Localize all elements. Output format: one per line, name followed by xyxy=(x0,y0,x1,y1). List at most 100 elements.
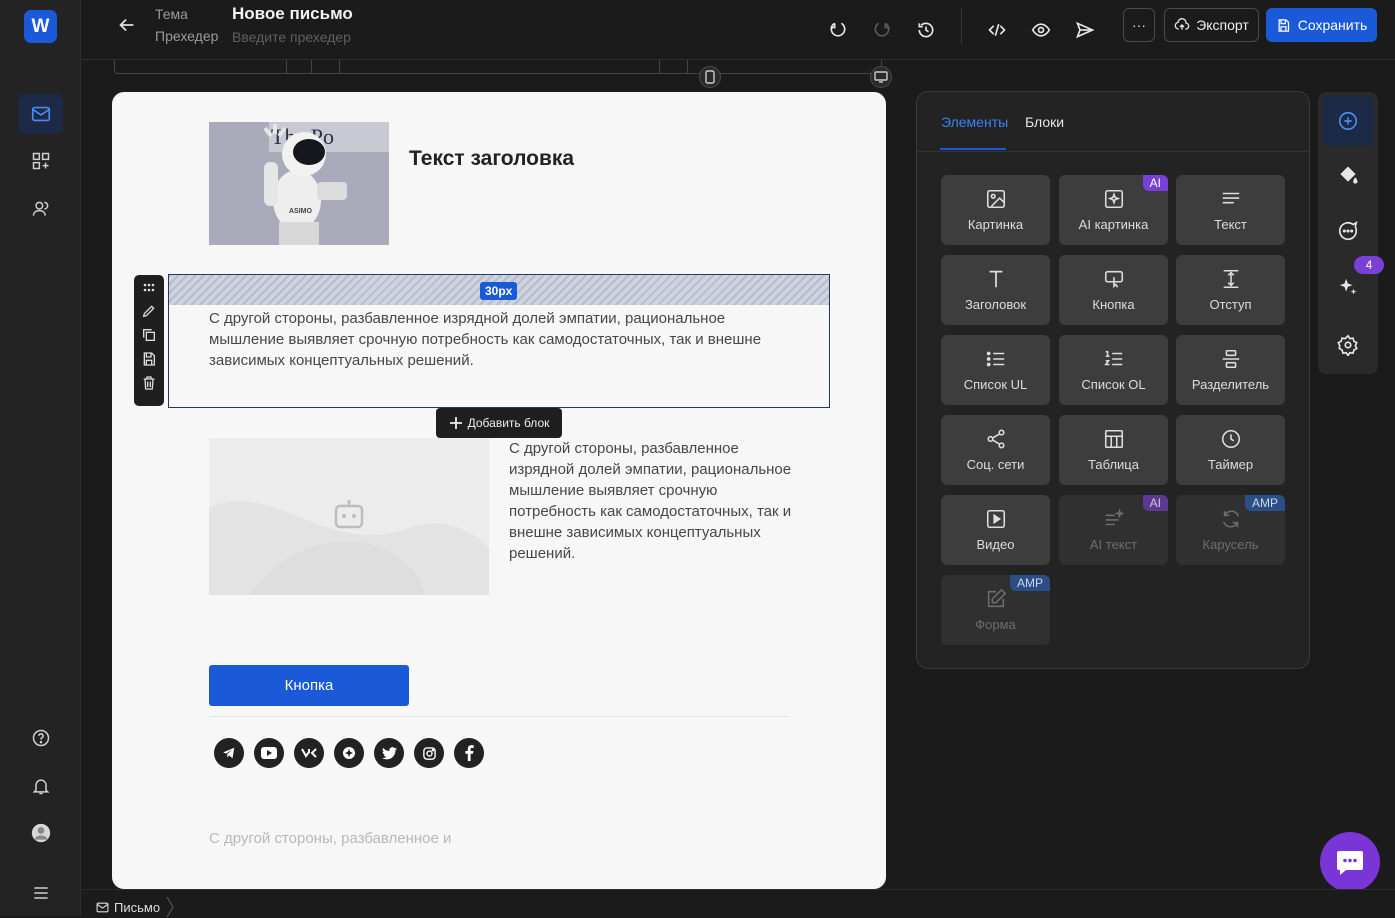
export-label: Экспорт xyxy=(1196,17,1249,33)
tile-video[interactable]: Видео xyxy=(941,495,1050,565)
support-chat-button[interactable] xyxy=(1320,832,1380,892)
help-icon xyxy=(32,729,49,747)
save-block-icon[interactable] xyxy=(141,351,157,367)
heading-text[interactable]: Текст заголовка xyxy=(409,147,574,171)
ai-badge: AI xyxy=(1142,175,1168,191)
export-button[interactable]: Экспорт xyxy=(1164,8,1259,42)
tile-carousel[interactable]: AMP Карусель xyxy=(1176,495,1285,565)
tile-label: Список UL xyxy=(963,377,1028,392)
rail-notifications-button[interactable] xyxy=(18,766,63,806)
tile-label: Карусель xyxy=(1202,537,1259,552)
edit-icon[interactable] xyxy=(141,303,157,319)
instagram-icon[interactable] xyxy=(414,738,444,768)
email-button[interactable]: Кнопка xyxy=(209,665,409,706)
breadcrumb[interactable]: Письмо xyxy=(96,896,175,918)
undo-button[interactable] xyxy=(820,12,856,48)
tile-label: Таблица xyxy=(1088,457,1139,472)
save-label: Сохранить xyxy=(1297,17,1368,33)
bottom-bar: Письмо xyxy=(82,889,1395,918)
settings-button[interactable] xyxy=(1322,320,1374,370)
table-icon xyxy=(1104,429,1123,449)
tile-list-ol[interactable]: Список OL xyxy=(1059,335,1168,405)
paragraph-text-2[interactable]: С другой стороны, разбавленное изрядной … xyxy=(509,438,804,564)
timer-icon xyxy=(1221,429,1240,449)
image-placeholder[interactable] xyxy=(209,438,489,595)
plus-circle-icon xyxy=(1338,111,1358,131)
spacer-hatch[interactable]: 30px xyxy=(169,275,829,305)
paragraph-text[interactable]: С другой стороны, разбавленное изрядной … xyxy=(209,308,779,371)
telegram-icon[interactable] xyxy=(214,738,244,768)
tab-blocks[interactable]: Блоки xyxy=(1025,114,1064,130)
trash-icon[interactable] xyxy=(141,375,157,391)
elements-panel: Элементы Блоки Картинка AI AI картинка Т… xyxy=(916,91,1310,669)
styles-button[interactable] xyxy=(1322,150,1374,200)
twitter-icon[interactable] xyxy=(374,738,404,768)
tile-label: Разделитель xyxy=(1191,377,1270,392)
tile-ai-image[interactable]: AI AI картинка xyxy=(1059,175,1168,245)
rail-menu-button[interactable] xyxy=(18,873,63,913)
chevron-right-icon xyxy=(166,896,174,918)
email-title[interactable]: Новое письмо xyxy=(232,4,353,24)
tile-spacer[interactable]: Отступ xyxy=(1176,255,1285,325)
add-block-button[interactable]: Добавить блок xyxy=(436,408,562,438)
block-toolbar xyxy=(134,275,164,406)
send-button[interactable] xyxy=(1067,12,1103,48)
tile-ai-text[interactable]: AI AI текст xyxy=(1059,495,1168,565)
top-bar: Тема Прехедер Новое письмо Введите прехе… xyxy=(82,0,1395,60)
vk-icon[interactable] xyxy=(294,738,324,768)
rail-mail-button[interactable] xyxy=(18,94,63,134)
comments-button[interactable] xyxy=(1322,206,1374,256)
history-button[interactable] xyxy=(908,12,944,48)
preheader-input[interactable]: Введите прехедер xyxy=(232,29,351,45)
mail-small-icon xyxy=(96,902,109,912)
panel-divider xyxy=(917,151,1309,152)
avatar xyxy=(31,823,50,843)
image-placeholder-art xyxy=(209,438,489,595)
tile-table[interactable]: Таблица xyxy=(1059,415,1168,485)
code-icon xyxy=(988,23,1006,37)
left-rail: W xyxy=(0,0,81,916)
tab-elements[interactable]: Элементы xyxy=(941,114,1008,130)
robot-image[interactable]: The Po ASIMO xyxy=(209,122,389,245)
tile-divider[interactable]: Разделитель xyxy=(1176,335,1285,405)
tile-form[interactable]: AMP Форма xyxy=(941,575,1050,645)
tile-text[interactable]: Текст xyxy=(1176,175,1285,245)
rail-templates-button[interactable] xyxy=(18,141,63,181)
selected-text-block[interactable]: 30px С другой стороны, разбавленное изря… xyxy=(168,274,830,408)
footer-text[interactable]: С другой стороны, разбавленное и xyxy=(209,830,451,847)
youtube-icon[interactable] xyxy=(254,738,284,768)
tile-button[interactable]: Кнопка xyxy=(1059,255,1168,325)
share-icon xyxy=(986,429,1005,449)
tile-image[interactable]: Картинка xyxy=(941,175,1050,245)
tile-heading[interactable]: Заголовок xyxy=(941,255,1050,325)
preview-button[interactable] xyxy=(1023,12,1059,48)
tile-list-ul[interactable]: Список UL xyxy=(941,335,1050,405)
desktop-view-button[interactable] xyxy=(870,66,892,88)
tile-label: Отступ xyxy=(1209,297,1252,312)
redo-button[interactable] xyxy=(864,12,900,48)
history-icon xyxy=(918,22,934,38)
facebook-icon[interactable] xyxy=(454,738,484,768)
drag-handle-icon[interactable] xyxy=(142,281,156,295)
rail-profile-button[interactable] xyxy=(18,813,63,853)
undo-icon xyxy=(830,22,846,37)
width-ruler xyxy=(114,60,882,74)
tile-label: Заголовок xyxy=(964,297,1027,312)
redo-icon xyxy=(874,22,890,37)
tile-social[interactable]: Соц. сети xyxy=(941,415,1050,485)
back-button[interactable] xyxy=(116,14,138,36)
duplicate-icon[interactable] xyxy=(141,327,157,343)
tile-label: Текст xyxy=(1214,217,1247,232)
code-view-button[interactable] xyxy=(979,12,1015,48)
mobile-view-button[interactable] xyxy=(699,66,721,88)
ok-icon[interactable] xyxy=(334,738,364,768)
tile-timer[interactable]: Таймер xyxy=(1176,415,1285,485)
rail-help-button[interactable] xyxy=(18,718,63,758)
grid-add-icon xyxy=(32,152,49,170)
rail-contacts-button[interactable] xyxy=(18,189,63,229)
add-elements-button[interactable] xyxy=(1322,96,1374,146)
save-button[interactable]: Сохранить xyxy=(1266,8,1377,42)
ruler-tick xyxy=(311,60,312,73)
app-logo[interactable]: W xyxy=(24,10,57,43)
more-button[interactable]: ··· xyxy=(1123,8,1155,42)
